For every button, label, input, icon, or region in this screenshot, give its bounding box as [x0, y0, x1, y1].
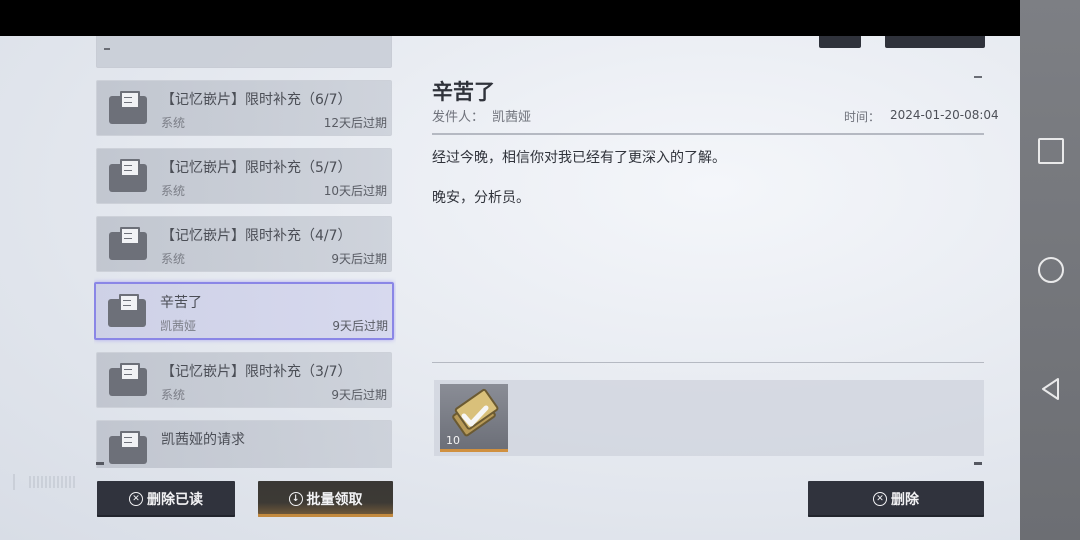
mail-expire: 9天后过期: [332, 319, 388, 333]
mail-sender: 凯茜娅: [160, 319, 197, 333]
mail-item-partial[interactable]: [96, 36, 392, 68]
mail-sender: 系统: [161, 184, 186, 198]
scroll-indicator: [974, 76, 982, 78]
divider: [432, 133, 984, 135]
mail-sender: 系统: [161, 252, 186, 266]
delete-read-label: 删除已读: [147, 492, 203, 508]
mail-detail: 辛苦了 发件人： 凯茜娅 时间： 2024-01-20-08:04 经过今晚，相…: [404, 36, 1020, 540]
mail-detail-title: 辛苦了: [432, 80, 495, 104]
mail-tray-icon: [109, 431, 147, 464]
delete-read-button[interactable]: ✕ 删除已读: [97, 481, 235, 517]
mail-tray-icon: [108, 294, 146, 327]
attachment-item[interactable]: 10: [440, 384, 508, 452]
mail-title: 【记忆嵌片】限时补充（5/7）: [161, 160, 352, 176]
mail-list[interactable]: 【记忆嵌片】限时补充（6/7） 系统 12天后过期 【记忆嵌片】限时补充（5/7…: [94, 36, 396, 468]
home-icon[interactable]: [1038, 257, 1064, 283]
mail-item[interactable]: 【记忆嵌片】限时补充（6/7） 系统 12天后过期: [96, 80, 392, 136]
mail-expire: 12天后过期: [323, 116, 387, 130]
mail-item[interactable]: 【记忆嵌片】限时补充（4/7） 系统 9天后过期: [96, 216, 392, 272]
mail-sender: 系统: [161, 388, 186, 402]
mail-tray-icon: [109, 363, 147, 396]
mail-title: 凯茜娅的请求: [161, 432, 245, 448]
android-nav-bar: [1020, 0, 1080, 540]
attachment-count: 10: [446, 434, 460, 447]
mail-item[interactable]: 【记忆嵌片】限时补充（3/7） 系统 9天后过期: [96, 352, 392, 408]
mail-title: 【记忆嵌片】限时补充（4/7）: [161, 228, 352, 244]
sender-name: 凯茜娅: [492, 110, 532, 125]
download-circle-icon: ↓: [288, 492, 303, 506]
collect-all-label: 批量领取: [306, 492, 363, 508]
divider: [432, 362, 984, 363]
mail-expire: 9天后过期: [331, 252, 387, 266]
mail-sender: 系统: [161, 116, 186, 130]
close-circle-icon: ✕: [129, 492, 143, 506]
sender-label: 发件人：: [432, 110, 485, 125]
status-bar: [0, 0, 1020, 36]
mail-expire: 9天后过期: [331, 388, 387, 402]
mail-tray-icon: [109, 91, 147, 124]
mail-body-line: 经过今晚，相信你对我已经有了更深入的了解。: [432, 150, 726, 166]
scroll-indicator: [104, 48, 110, 50]
mail-title: 【记忆嵌片】限时补充（6/7）: [161, 92, 352, 108]
mail-item-selected[interactable]: 辛苦了 凯茜娅 9天后过期: [94, 282, 394, 340]
mail-screen: 【记忆嵌片】限时补充（6/7） 系统 12天后过期 【记忆嵌片】限时补充（5/7…: [0, 36, 1020, 540]
mail-body-line: 晚安，分析员。: [432, 190, 530, 206]
mail-title: 辛苦了: [160, 295, 202, 311]
recents-icon[interactable]: [1038, 138, 1064, 164]
mail-body: 经过今晚，相信你对我已经有了更深入的了解。 晚安，分析员。: [432, 148, 726, 228]
mail-tray-icon: [109, 159, 147, 192]
decorative-grid-icon: [13, 474, 75, 490]
scroll-indicator: [974, 462, 982, 465]
back-icon[interactable]: [1038, 376, 1064, 402]
attachment-strip: [434, 380, 984, 456]
time-label: 时间：: [844, 110, 881, 124]
collect-all-button[interactable]: ↓ 批量领取: [258, 481, 393, 517]
mail-item[interactable]: 凯茜娅的请求: [96, 420, 392, 468]
mail-tray-icon: [109, 227, 147, 260]
mail-item[interactable]: 【记忆嵌片】限时补充（5/7） 系统 10天后过期: [96, 148, 392, 204]
mail-expire: 10天后过期: [323, 184, 387, 198]
mail-title: 【记忆嵌片】限时补充（3/7）: [161, 364, 352, 380]
mail-time: 2024-01-20-08:04: [890, 108, 999, 122]
scroll-indicator: [96, 462, 104, 465]
